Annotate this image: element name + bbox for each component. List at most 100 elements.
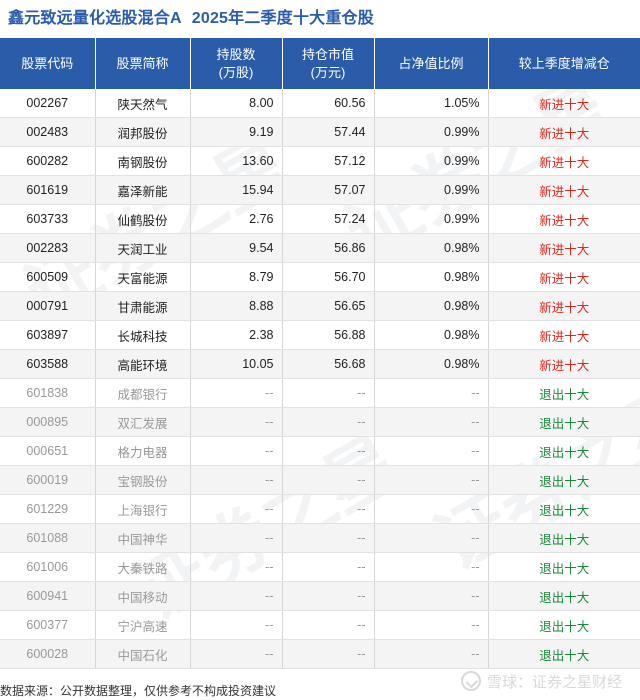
position-change: 新进十大 — [488, 320, 640, 350]
shares-held: -- — [190, 610, 283, 640]
market-value: -- — [282, 378, 375, 408]
table-row: 000791 甘肃能源 8.88 56.65 0.98% 新进十大 — [0, 291, 640, 321]
header-value: 持仓市值 (万元) — [282, 38, 375, 89]
table-row: 600282 南钢股份 13.60 57.12 0.99% 新进十大 — [0, 146, 640, 176]
table-row: 601619 嘉泽新能 15.94 57.07 0.99% 新进十大 — [0, 175, 640, 205]
market-value: -- — [282, 639, 375, 669]
report-title: 2025年二季度十大重仓股 — [191, 10, 374, 27]
position-change: 新进十大 — [488, 291, 640, 321]
shares-held: 13.60 — [190, 146, 283, 176]
market-value: 57.24 — [282, 204, 375, 234]
shares-held: -- — [190, 552, 283, 582]
table-row: 601088 中国神华 -- -- -- 退出十大 — [0, 523, 640, 553]
net-value-ratio: -- — [374, 639, 489, 669]
header-shares-line: (万股) — [218, 64, 254, 80]
shares-held: -- — [190, 581, 283, 611]
position-change: 退出十大 — [488, 378, 640, 408]
stock-name: 宝钢股份 — [95, 465, 191, 495]
stock-code: 600377 — [0, 610, 96, 640]
position-change: 退出十大 — [488, 465, 640, 495]
market-value: 56.86 — [282, 233, 375, 263]
header-code: 股票代码 — [0, 38, 96, 89]
stock-code: 601088 — [0, 523, 96, 553]
stock-name: 上海银行 — [95, 494, 191, 524]
market-value: 57.44 — [282, 117, 375, 147]
table-row: 002483 润邦股份 9.19 57.44 0.99% 新进十大 — [0, 117, 640, 147]
net-value-ratio: -- — [374, 465, 489, 495]
position-change: 退出十大 — [488, 436, 640, 466]
stock-code: 600019 — [0, 465, 96, 495]
net-value-ratio: 0.98% — [374, 349, 489, 379]
position-change: 新进十大 — [488, 262, 640, 292]
header-shares: 持股数 (万股) — [190, 38, 283, 89]
shares-held: -- — [190, 378, 283, 408]
page-title: 鑫元致远量化选股混合A 2025年二季度十大重仓股 — [8, 4, 384, 27]
shares-held: 8.00 — [190, 89, 283, 118]
stock-code: 601619 — [0, 175, 96, 205]
table-row: 002283 天润工业 9.54 56.86 0.98% 新进十大 — [0, 233, 640, 263]
table-row: 603588 高能环境 10.05 56.68 0.98% 新进十大 — [0, 349, 640, 379]
stock-code: 002483 — [0, 117, 96, 147]
stock-code: 601838 — [0, 378, 96, 408]
market-value: -- — [282, 436, 375, 466]
table-row: 601229 上海银行 -- -- -- 退出十大 — [0, 494, 640, 524]
header-shares-line: 持股数 — [216, 46, 256, 62]
net-value-ratio: 0.99% — [374, 204, 489, 234]
net-value-ratio: 0.99% — [374, 175, 489, 205]
shares-held: 15.94 — [190, 175, 283, 205]
position-change: 退出十大 — [488, 610, 640, 640]
shares-held: 2.76 — [190, 204, 283, 234]
market-value: 57.07 — [282, 175, 375, 205]
stock-code: 000895 — [0, 407, 96, 437]
stock-code: 600028 — [0, 639, 96, 669]
shares-held: 9.19 — [190, 117, 283, 147]
stock-name: 高能环境 — [95, 349, 191, 379]
stock-code: 000791 — [0, 291, 96, 321]
header-value-line: (万元) — [310, 64, 346, 80]
net-value-ratio: 0.99% — [374, 117, 489, 147]
net-value-ratio: -- — [374, 581, 489, 611]
position-change: 新进十大 — [488, 175, 640, 205]
shares-held: 8.88 — [190, 291, 283, 321]
stock-name: 润邦股份 — [95, 117, 191, 147]
header-ratio: 占净值比例 — [374, 38, 489, 89]
net-value-ratio: -- — [374, 523, 489, 553]
shares-held: -- — [190, 494, 283, 524]
net-value-ratio: -- — [374, 436, 489, 466]
market-value: -- — [282, 581, 375, 611]
market-value: 56.65 — [282, 291, 375, 321]
shares-held: -- — [190, 523, 283, 553]
stock-name: 嘉泽新能 — [95, 175, 191, 205]
stock-name: 中国石化 — [95, 639, 191, 669]
net-value-ratio: 1.05% — [374, 89, 489, 118]
brand-watermark: 雪球：证券之星财经 — [460, 668, 622, 694]
holdings-table-body: 002267 陕天然气 8.00 60.56 1.05% 新进十大 002483 润邦股份 9.… — [0, 89, 640, 669]
stock-name: 中国移动 — [95, 581, 191, 611]
stock-code: 603733 — [0, 204, 96, 234]
stock-name: 宁沪高速 — [95, 610, 191, 640]
market-value: -- — [282, 610, 375, 640]
table-row: 601006 大秦铁路 -- -- -- 退出十大 — [0, 552, 640, 582]
stock-code: 600282 — [0, 146, 96, 176]
header-value-line: 持仓市值 — [301, 46, 354, 62]
stock-code: 600941 — [0, 581, 96, 611]
stock-name: 中国神华 — [95, 523, 191, 553]
stock-name: 甘肃能源 — [95, 291, 191, 321]
net-value-ratio: -- — [374, 494, 489, 524]
net-value-ratio: -- — [374, 378, 489, 408]
table-row: 600509 天富能源 8.79 56.70 0.98% 新进十大 — [0, 262, 640, 292]
table-row: 600028 中国石化 -- -- -- 退出十大 — [0, 639, 640, 669]
position-change: 退出十大 — [488, 639, 640, 669]
table-row: 600941 中国移动 -- -- -- 退出十大 — [0, 581, 640, 611]
position-change: 退出十大 — [488, 494, 640, 524]
market-value: -- — [282, 552, 375, 582]
stock-name: 长城科技 — [95, 320, 191, 350]
position-change: 退出十大 — [488, 523, 640, 553]
stock-code: 603897 — [0, 320, 96, 350]
net-value-ratio: 0.98% — [374, 233, 489, 263]
shares-held: -- — [190, 465, 283, 495]
data-source-note: 数据来源：公开数据整理，仅供参考不构成投资建议 — [0, 684, 277, 698]
position-change: 退出十大 — [488, 552, 640, 582]
market-value: -- — [282, 465, 375, 495]
net-value-ratio: 0.98% — [374, 291, 489, 321]
